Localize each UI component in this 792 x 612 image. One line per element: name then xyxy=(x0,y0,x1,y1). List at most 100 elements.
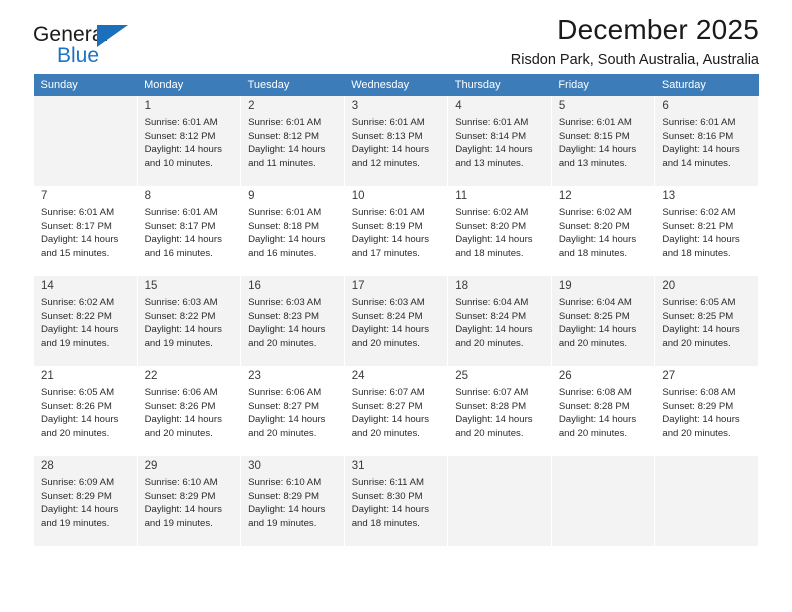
daylight-text-line2: and 20 minutes. xyxy=(558,427,628,439)
daylight-text-line1: Daylight: 14 hours xyxy=(455,324,533,336)
calendar-day-content: 8 Sunrise: 6:01 AM Sunset: 8:17 PM Daylight… xyxy=(138,186,241,260)
sunset-text: Sunset: 8:12 PM xyxy=(144,130,216,142)
daylight-text-line2: and 13 minutes. xyxy=(558,157,628,169)
calendar-day-cell[interactable]: 4 Sunrise: 6:01 AM Sunset: 8:14 PM Daylight… xyxy=(447,96,552,186)
calendar-page: General Blue December 2025 Risdon Park, … xyxy=(0,0,792,612)
calendar-day-cell[interactable]: 31 Sunrise: 6:11 AM Sunset: 8:30 PM Dayligh… xyxy=(343,456,449,546)
logo-general-blue[interactable]: General Blue xyxy=(33,24,153,72)
calendar-day-cell[interactable]: 17 Sunrise: 6:03 AM Sunset: 8:24 PM Dayligh… xyxy=(343,276,449,366)
sunrise-text: Sunrise: 6:03 AM xyxy=(248,297,322,308)
day-number: 23 xyxy=(248,370,261,382)
calendar-day-cell[interactable]: 5 Sunrise: 6:01 AM Sunset: 8:15 PM Daylight… xyxy=(550,96,656,186)
calendar-day-content: 18 Sunrise: 6:04 AM Sunset: 8:24 PM Dayligh… xyxy=(448,276,551,350)
page-title: December 2025 xyxy=(557,14,759,45)
calendar-day-cell[interactable]: 15 Sunrise: 6:03 AM Sunset: 8:22 PM Dayligh… xyxy=(136,276,242,366)
calendar-day-cell[interactable]: 19 Sunrise: 6:04 AM Sunset: 8:25 PM Dayligh… xyxy=(550,276,656,366)
day-sun-info: Sunrise: 6:10 AM Sunset: 8:29 PM Daylight:… xyxy=(145,476,235,530)
calendar-day-cell[interactable]: 3 Sunrise: 6:01 AM Sunset: 8:13 PM Daylight… xyxy=(343,96,449,186)
calendar-day-content: 14 Sunrise: 6:02 AM Sunset: 8:22 PM Dayligh… xyxy=(34,276,137,350)
calendar-day-content: 17 Sunrise: 6:03 AM Sunset: 8:24 PM Dayligh… xyxy=(345,276,448,350)
day-number: 9 xyxy=(248,190,255,202)
calendar-day-cell[interactable]: 26 Sunrise: 6:08 AM Sunset: 8:28 PM Dayligh… xyxy=(550,366,656,456)
calendar-day-cell[interactable]: 13 Sunrise: 6:02 AM Sunset: 8:21 PM Dayligh… xyxy=(654,186,759,276)
day-number: 18 xyxy=(455,280,469,292)
calendar-day-content: 15 Sunrise: 6:03 AM Sunset: 8:22 PM Dayligh… xyxy=(138,276,241,350)
sunrise-text: Sunrise: 6:05 AM xyxy=(41,387,115,398)
sunrise-text: Sunrise: 6:01 AM xyxy=(662,117,736,128)
calendar-day-cell[interactable]: 12 Sunrise: 6:02 AM Sunset: 8:20 PM Dayligh… xyxy=(550,186,656,276)
day-sun-info: Sunrise: 6:02 AM Sunset: 8:21 PM Daylight:… xyxy=(662,206,752,260)
day-sun-info: Sunrise: 6:01 AM Sunset: 8:12 PM Daylight:… xyxy=(248,116,338,170)
daylight-text-line2: and 14 minutes. xyxy=(662,157,731,169)
calendar-day-cell[interactable]: 18 Sunrise: 6:04 AM Sunset: 8:24 PM Dayligh… xyxy=(447,276,552,366)
daylight-text-line2: and 13 minutes. xyxy=(455,157,524,169)
daylight-text-line1: Daylight: 14 hours xyxy=(558,234,637,246)
daylight-text-line1: Daylight: 14 hours xyxy=(41,234,119,246)
calendar-day-cell[interactable]: 16 Sunrise: 6:03 AM Sunset: 8:23 PM Dayligh… xyxy=(240,276,345,366)
logo-triangle-icon xyxy=(97,25,128,47)
day-sun-info: Sunrise: 6:06 AM Sunset: 8:26 PM Daylight:… xyxy=(145,386,235,440)
calendar-day-cell[interactable]: 25 Sunrise: 6:07 AM Sunset: 8:28 PM Dayligh… xyxy=(447,366,552,456)
sunrise-text: Sunrise: 6:01 AM xyxy=(144,207,218,218)
calendar-day-content: 27 Sunrise: 6:08 AM Sunset: 8:29 PM Dayligh… xyxy=(655,366,758,440)
calendar-day-cell[interactable]: 24 Sunrise: 6:07 AM Sunset: 8:27 PM Dayligh… xyxy=(343,366,449,456)
calendar-day-cell[interactable]: 29 Sunrise: 6:10 AM Sunset: 8:29 PM Dayligh… xyxy=(136,456,242,546)
daylight-text-line1: Daylight: 14 hours xyxy=(558,324,637,336)
calendar-day-cell[interactable]: 11 Sunrise: 6:02 AM Sunset: 8:20 PM Dayligh… xyxy=(447,186,552,276)
day-number: 2 xyxy=(248,100,255,112)
calendar-day-cell[interactable]: 30 Sunrise: 6:10 AM Sunset: 8:29 PM Dayligh… xyxy=(240,456,345,546)
day-number: 11 xyxy=(455,190,468,202)
sunset-text: Sunset: 8:29 PM xyxy=(144,490,216,502)
sunset-text: Sunset: 8:26 PM xyxy=(144,400,216,412)
sunset-text: Sunset: 8:25 PM xyxy=(558,310,630,322)
sunrise-text: Sunrise: 6:02 AM xyxy=(455,207,529,218)
sunset-text: Sunset: 8:14 PM xyxy=(455,130,527,142)
calendar-day-cell[interactable]: 22 Sunrise: 6:06 AM Sunset: 8:26 PM Dayligh… xyxy=(136,366,242,456)
daylight-text-line2: and 20 minutes. xyxy=(351,337,420,349)
daylight-text-line1: Daylight: 14 hours xyxy=(144,504,222,516)
daylight-text-line2: and 20 minutes. xyxy=(662,427,731,439)
daylight-text-line2: and 20 minutes. xyxy=(144,427,213,439)
daylight-text-line1: Daylight: 14 hours xyxy=(41,324,119,336)
calendar-day-cell[interactable]: 8 Sunrise: 6:01 AM Sunset: 8:17 PM Daylight… xyxy=(136,186,242,276)
sunrise-text: Sunrise: 6:06 AM xyxy=(144,387,218,398)
calendar-day-content: 25 Sunrise: 6:07 AM Sunset: 8:28 PM Dayligh… xyxy=(448,366,551,440)
calendar-day-cell[interactable]: 10 Sunrise: 6:01 AM Sunset: 8:19 PM Dayligh… xyxy=(343,186,449,276)
daylight-text-line1: Daylight: 14 hours xyxy=(144,324,222,336)
day-number: 17 xyxy=(351,280,365,292)
calendar-day-content: 21 Sunrise: 6:05 AM Sunset: 8:26 PM Dayligh… xyxy=(34,366,137,440)
weekday-header-thursday: Thursday xyxy=(447,74,552,96)
daylight-text-line2: and 20 minutes. xyxy=(558,337,628,349)
sunset-text: Sunset: 8:28 PM xyxy=(558,400,630,412)
day-number: 14 xyxy=(41,280,54,292)
daylight-text-line1: Daylight: 14 hours xyxy=(351,504,430,516)
calendar-day-cell[interactable]: 1 Sunrise: 6:01 AM Sunset: 8:12 PM Daylight… xyxy=(136,96,242,186)
location-subtitle: Risdon Park, South Australia, Australia xyxy=(510,52,759,69)
sunrise-text: Sunrise: 6:10 AM xyxy=(144,477,218,488)
calendar-day-cell[interactable]: 7 Sunrise: 6:01 AM Sunset: 8:17 PM Daylight… xyxy=(33,186,138,276)
calendar-day-content: 20 Sunrise: 6:05 AM Sunset: 8:25 PM Dayligh… xyxy=(655,276,758,350)
daylight-text-line2: and 19 minutes. xyxy=(41,517,110,529)
calendar-day-cell[interactable]: 21 Sunrise: 6:05 AM Sunset: 8:26 PM Dayligh… xyxy=(33,366,138,456)
day-number: 27 xyxy=(662,370,676,382)
day-sun-info: Sunrise: 6:07 AM Sunset: 8:28 PM Daylight:… xyxy=(455,386,545,440)
calendar-day-cell[interactable]: 6 Sunrise: 6:01 AM Sunset: 8:16 PM Daylight… xyxy=(654,96,759,186)
day-number: 25 xyxy=(455,370,469,382)
sunrise-text: Sunrise: 6:07 AM xyxy=(455,387,529,398)
calendar-day-cell[interactable]: 2 Sunrise: 6:01 AM Sunset: 8:12 PM Daylight… xyxy=(240,96,345,186)
sunrise-text: Sunrise: 6:11 AM xyxy=(351,477,425,488)
calendar-day-cell[interactable]: 27 Sunrise: 6:08 AM Sunset: 8:29 PM Dayligh… xyxy=(654,366,759,456)
day-sun-info: Sunrise: 6:05 AM Sunset: 8:25 PM Daylight:… xyxy=(662,296,752,350)
calendar-day-content: 19 Sunrise: 6:04 AM Sunset: 8:25 PM Dayligh… xyxy=(552,276,655,350)
calendar-day-cell-empty xyxy=(447,456,552,546)
calendar-day-cell[interactable]: 28 Sunrise: 6:09 AM Sunset: 8:29 PM Dayligh… xyxy=(33,456,138,546)
calendar-day-cell[interactable]: 20 Sunrise: 6:05 AM Sunset: 8:25 PM Dayligh… xyxy=(654,276,759,366)
calendar-day-cell[interactable]: 14 Sunrise: 6:02 AM Sunset: 8:22 PM Dayligh… xyxy=(33,276,138,366)
daylight-text-line1: Daylight: 14 hours xyxy=(248,324,326,336)
sunset-text: Sunset: 8:17 PM xyxy=(144,220,216,232)
day-sun-info: Sunrise: 6:06 AM Sunset: 8:27 PM Daylight:… xyxy=(248,386,338,440)
sunset-text: Sunset: 8:27 PM xyxy=(248,400,320,412)
calendar-day-content: 11 Sunrise: 6:02 AM Sunset: 8:20 PM Dayligh… xyxy=(448,186,551,260)
calendar-day-cell[interactable]: 23 Sunrise: 6:06 AM Sunset: 8:27 PM Dayligh… xyxy=(240,366,345,456)
calendar-day-cell[interactable]: 9 Sunrise: 6:01 AM Sunset: 8:18 PM Daylight… xyxy=(240,186,345,276)
